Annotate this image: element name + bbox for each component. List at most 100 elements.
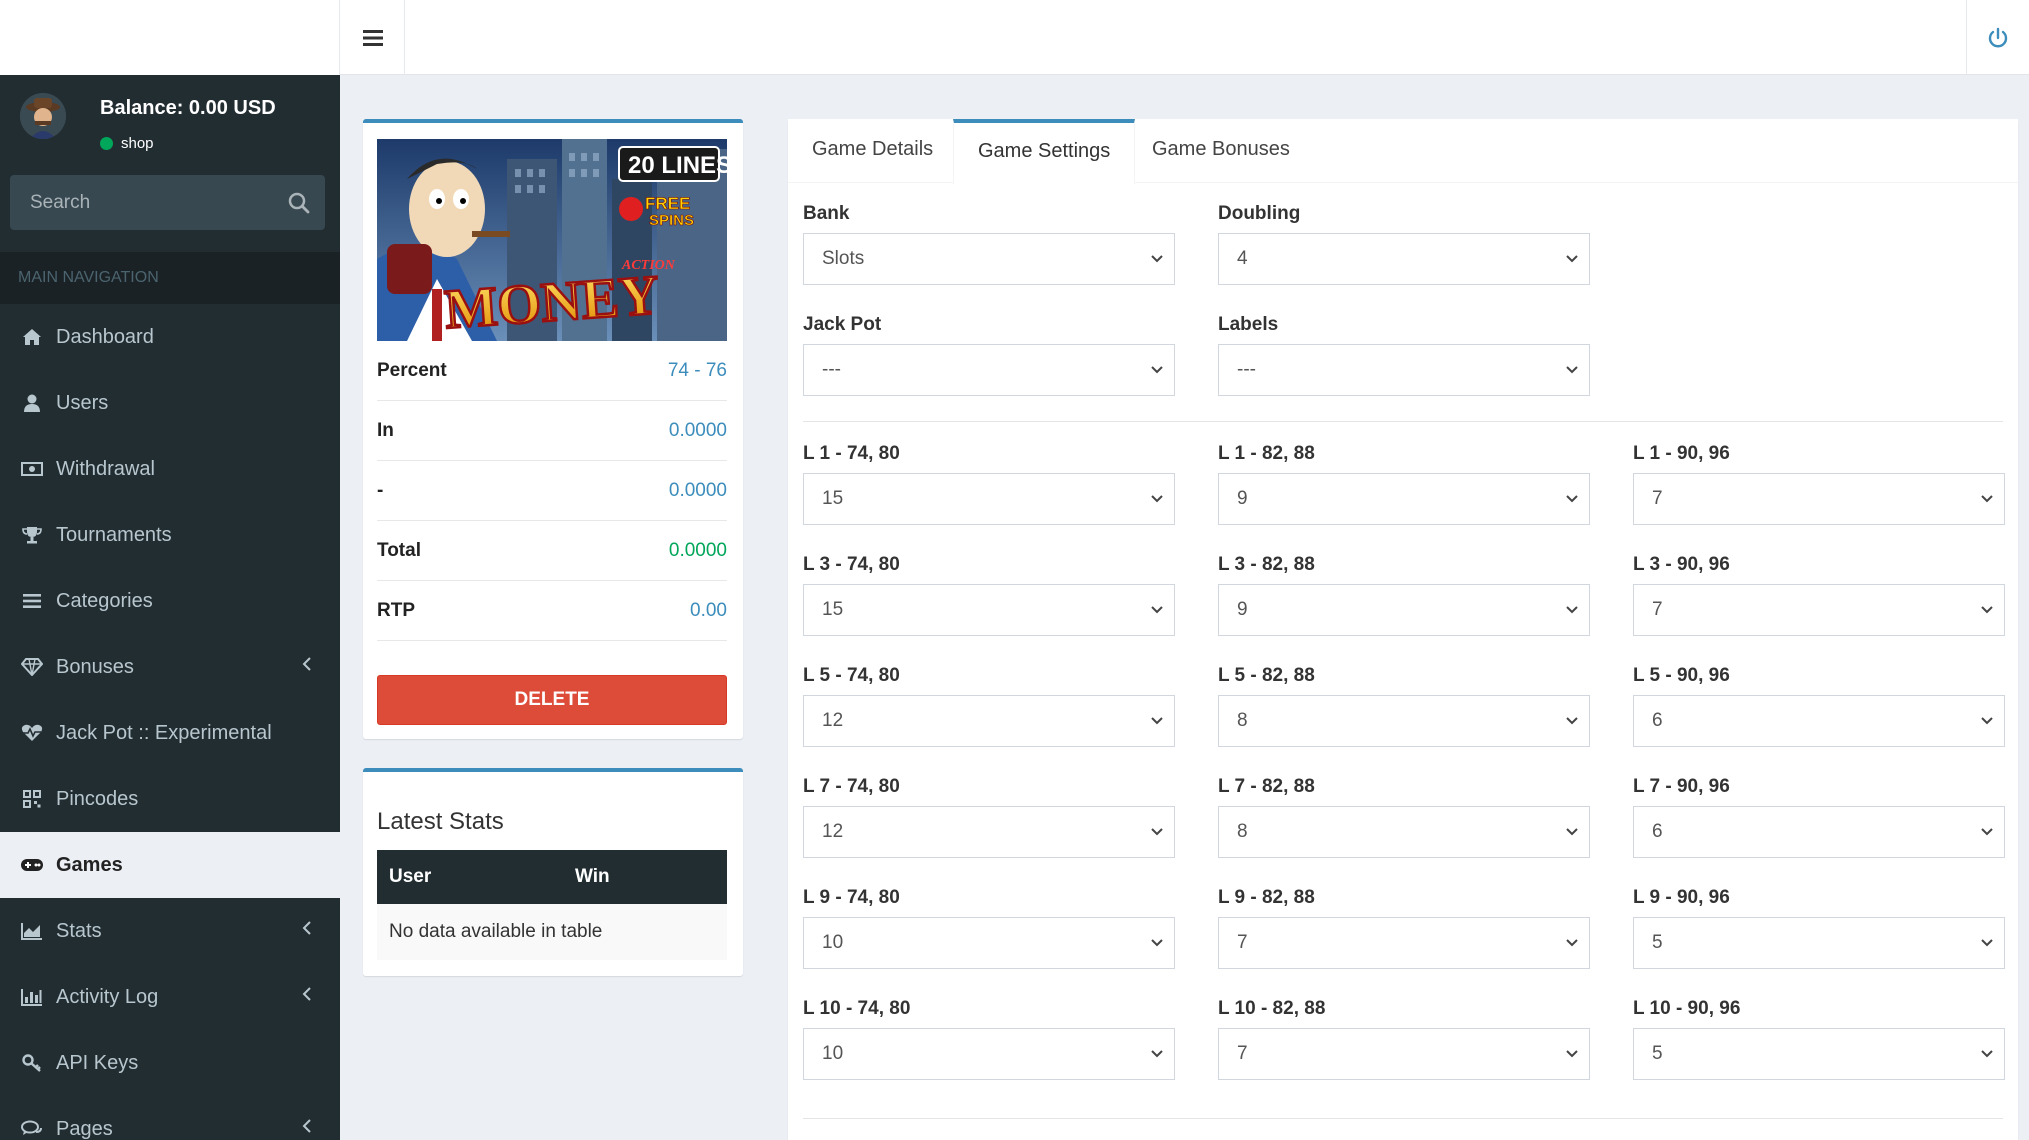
game-info-box: 20 LINES FREE SPINS ACTION MONEY Percent…	[363, 119, 743, 739]
sidebar-item-label: Dashboard	[56, 325, 154, 348]
setting-select[interactable]: 12	[803, 695, 1175, 747]
jackpot-label: Jack Pot	[803, 314, 882, 335]
setting-select[interactable]: 7	[1633, 584, 2005, 636]
labels-label: Labels	[1218, 314, 1279, 335]
setting-select[interactable]: 15	[803, 584, 1175, 636]
sidebar-item-jackpot[interactable]: Jack Pot :: Experimental	[0, 700, 340, 766]
setting-select[interactable]: 6	[1633, 695, 2005, 747]
sidebar-item-games[interactable]: Games	[0, 832, 340, 898]
setting-label: L 3 - 74, 80	[803, 554, 900, 575]
sidebar-item-dashboard[interactable]: Dashboard	[0, 304, 340, 370]
stat-label: Percent	[377, 359, 447, 381]
column-header-win[interactable]: Win	[563, 850, 727, 904]
setting-field: L 10 - 82, 88 7	[1218, 996, 1590, 1080]
sidebar-item-label: Bonuses	[56, 655, 134, 678]
jackpot-select[interactable]: ---	[803, 344, 1175, 396]
diamond-icon	[0, 658, 56, 676]
select-value: 7	[1652, 488, 1663, 509]
setting-field: L 5 - 82, 88 8	[1218, 663, 1590, 747]
setting-select[interactable]: 10	[803, 1028, 1175, 1080]
stat-value: 74 - 76	[667, 359, 727, 381]
stat-row-out: - 0.0000	[377, 461, 727, 521]
setting-select[interactable]: 8	[1218, 806, 1590, 858]
setting-label: L 5 - 90, 96	[1633, 665, 1730, 686]
menu-toggle-button[interactable]	[341, 0, 405, 75]
sidebar-item-bonuses[interactable]: Bonuses	[0, 634, 340, 700]
sidebar-item-withdrawal[interactable]: Withdrawal	[0, 436, 340, 502]
select-value: 4	[1237, 248, 1248, 269]
sidebar-item-label: Withdrawal	[56, 457, 155, 480]
nav-section-header: MAIN NAVIGATION	[0, 252, 340, 304]
select-value: 5	[1652, 932, 1663, 953]
setting-label: L 3 - 90, 96	[1633, 554, 1730, 575]
setting-field: L 10 - 90, 96 5	[1633, 996, 2005, 1080]
search-input[interactable]	[10, 175, 270, 230]
select-value: ---	[822, 359, 841, 380]
sidebar-item-pages[interactable]: Pages	[0, 1096, 340, 1140]
search-button[interactable]	[283, 187, 315, 219]
chevron-down-icon	[1981, 495, 1993, 503]
setting-field: L 7 - 74, 80 12	[803, 774, 1175, 858]
setting-select[interactable]: 7	[1633, 473, 2005, 525]
tab-game-settings[interactable]: Game Settings	[953, 119, 1136, 184]
select-value: 6	[1652, 710, 1663, 731]
stat-value: 0.0000	[668, 539, 727, 561]
sidebar-item-users[interactable]: Users	[0, 370, 340, 436]
setting-select[interactable]: 9	[1218, 584, 1590, 636]
jackpot-field: Jack Pot ---	[803, 312, 1175, 396]
latest-stats-title: Latest Stats	[377, 808, 504, 835]
sidebar-item-tournaments[interactable]: Tournaments	[0, 502, 340, 568]
doubling-label: Doubling	[1218, 203, 1301, 224]
setting-select[interactable]: 7	[1218, 1028, 1590, 1080]
select-value: 9	[1237, 488, 1248, 509]
chevron-down-icon	[1981, 939, 1993, 947]
setting-label: L 10 - 90, 96	[1633, 998, 1741, 1019]
labels-select[interactable]: ---	[1218, 344, 1590, 396]
money-icon	[0, 462, 56, 476]
table-header-row: User Win	[377, 850, 727, 904]
sidebar-item-label: API Keys	[56, 1051, 139, 1074]
sidebar-item-label: Stats	[56, 919, 102, 942]
setting-label: L 7 - 74, 80	[803, 776, 900, 797]
setting-select[interactable]: 5	[1633, 1028, 2005, 1080]
setting-select[interactable]: 12	[803, 806, 1175, 858]
sidebar-item-stats[interactable]: Stats	[0, 898, 340, 964]
column-header-user[interactable]: User	[377, 850, 563, 904]
sidebar-item-pincodes[interactable]: Pincodes	[0, 766, 340, 832]
setting-field: L 7 - 82, 88 8	[1218, 774, 1590, 858]
table-row: No data available in table	[377, 904, 727, 960]
setting-select[interactable]: 8	[1218, 695, 1590, 747]
tab-game-bonuses[interactable]: Game Bonuses	[1128, 119, 1314, 183]
search-icon	[288, 192, 310, 214]
bank-select[interactable]: Slots	[803, 233, 1175, 285]
game-image-lines-text: 20 LINES	[628, 152, 727, 179]
logout-button[interactable]	[1966, 0, 2029, 75]
gamepad-icon	[0, 857, 56, 873]
doubling-select[interactable]: 4	[1218, 233, 1590, 285]
game-image-spins-text: SPINS	[649, 212, 694, 229]
sidebar-item-categories[interactable]: Categories	[0, 568, 340, 634]
top-header	[0, 0, 2029, 75]
select-value: 15	[822, 488, 844, 509]
setting-select[interactable]: 9	[1218, 473, 1590, 525]
setting-select[interactable]: 7	[1218, 917, 1590, 969]
chevron-down-icon	[1566, 939, 1578, 947]
setting-select[interactable]: 15	[803, 473, 1175, 525]
delete-button[interactable]: DELETE	[377, 675, 727, 725]
setting-field: L 9 - 82, 88 7	[1218, 885, 1590, 969]
select-value: 10	[822, 1043, 844, 1064]
tab-game-details[interactable]: Game Details	[788, 119, 957, 183]
chevron-down-icon	[1151, 939, 1163, 947]
setting-select[interactable]: 6	[1633, 806, 2005, 858]
sidebar-item-api-keys[interactable]: API Keys	[0, 1030, 340, 1096]
select-value: 8	[1237, 821, 1248, 842]
setting-select[interactable]: 10	[803, 917, 1175, 969]
stat-value: 0.00	[690, 599, 727, 621]
select-value: Slots	[822, 248, 865, 269]
chevron-left-icon	[302, 657, 311, 671]
setting-select[interactable]: 5	[1633, 917, 2005, 969]
setting-field: L 3 - 74, 80 15	[803, 552, 1175, 636]
sidebar-item-activity-log[interactable]: Activity Log	[0, 964, 340, 1030]
key-icon	[0, 1054, 56, 1072]
select-value: 12	[822, 821, 844, 842]
